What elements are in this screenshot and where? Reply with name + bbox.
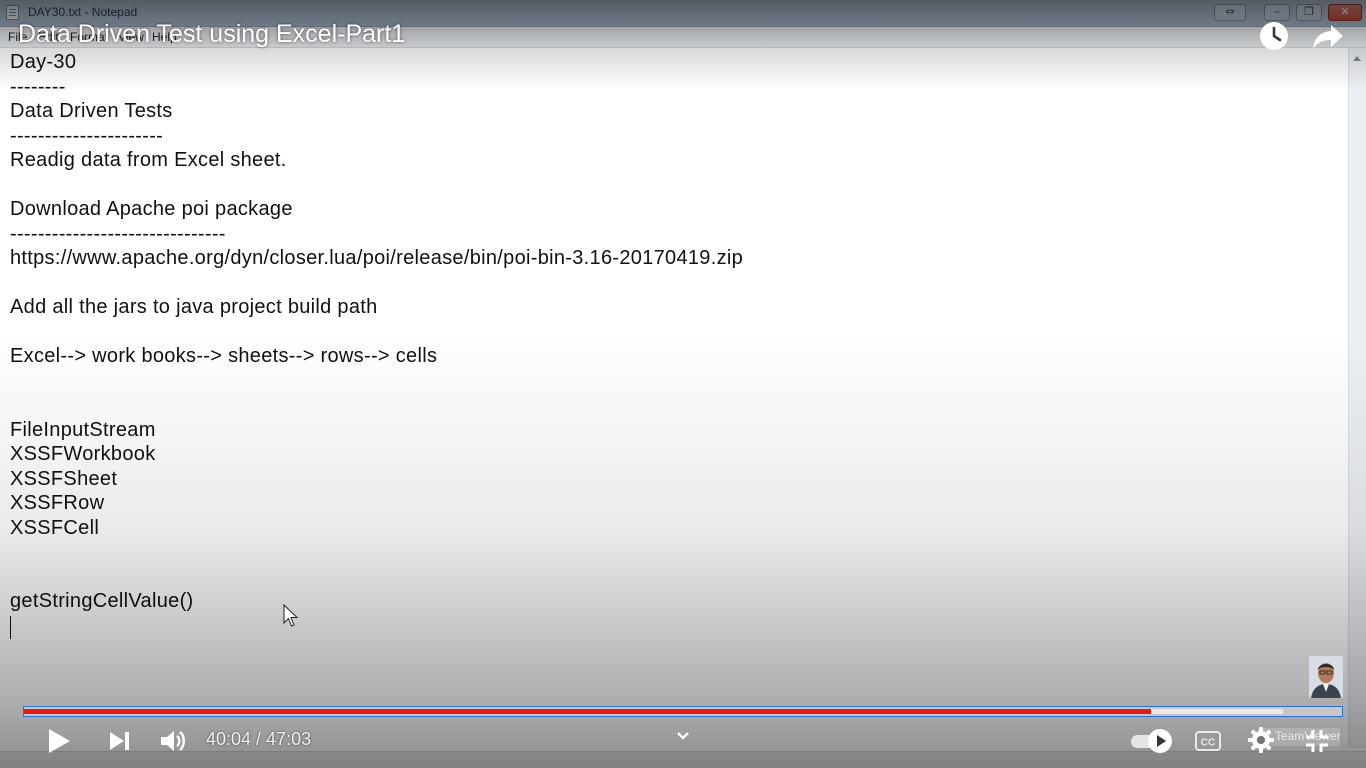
closed-captions-icon: CC <box>1195 731 1221 751</box>
autoplay-toggle-icon <box>1131 729 1172 753</box>
progress-played <box>24 709 1151 714</box>
volume-button[interactable] <box>158 726 188 756</box>
text-line: XSSFRow <box>10 492 105 514</box>
skip-next-icon <box>110 732 129 750</box>
text-line: XSSFSheet <box>10 467 118 490</box>
volume-icon <box>161 731 185 751</box>
next-button[interactable] <box>106 726 134 756</box>
text-line: Add all the jars to java project build p… <box>10 296 378 318</box>
notepad-window-title: DAY30.txt - Notepad <box>28 5 138 19</box>
minimize-icon: – <box>1264 4 1290 21</box>
chevron-down-button[interactable] <box>674 728 692 744</box>
text-line: XSSFCell <box>10 516 100 539</box>
text-line: getStringCellValue() <box>10 590 194 612</box>
clock-icon <box>1260 22 1288 50</box>
play-icon <box>49 729 70 753</box>
avatar-image <box>1309 656 1343 698</box>
text-line: ------------------------------- <box>10 222 226 245</box>
maximize-icon: ❐ <box>1296 4 1322 21</box>
autoplay-toggle[interactable] <box>1130 727 1174 755</box>
svg-text:CC: CC <box>1201 738 1215 749</box>
text-line: XSSFWorkbook <box>10 443 156 465</box>
close-icon: ✕ <box>1328 4 1362 21</box>
notepad-vertical-scrollbar <box>1348 48 1366 748</box>
notepad-app-icon <box>6 5 19 20</box>
play-button[interactable] <box>44 726 74 756</box>
bottom-gradient <box>0 330 1366 768</box>
text-line: Excel--> work books--> sheets--> rows-->… <box>10 345 438 367</box>
progress-bar[interactable] <box>23 706 1343 717</box>
channel-avatar[interactable] <box>1309 656 1343 698</box>
text-line: Data Driven Tests <box>10 100 173 122</box>
video-title[interactable]: Data Driven Test using Excel-Part1 <box>18 20 405 49</box>
text-line: Download Apache poi package <box>10 198 293 220</box>
exit-fullscreen-icon <box>1306 730 1328 752</box>
watch-later-button[interactable] <box>1258 20 1290 52</box>
text-line: -------- <box>10 75 66 98</box>
restore-icon: ⇔ <box>1214 4 1246 21</box>
mouse-cursor-icon <box>283 603 299 628</box>
time-display: 40:04 / 47:03 <box>206 729 312 749</box>
text-line: https://www.apache.org/dyn/closer.lua/po… <box>10 247 744 269</box>
text-line: Readig data from Excel sheet. <box>10 149 287 171</box>
text-line: Day-30 <box>10 51 77 73</box>
closed-captions-button[interactable]: CC <box>1194 729 1222 753</box>
text-line: FileInputStream <box>10 418 156 441</box>
chevron-down-icon <box>677 732 689 740</box>
text-caret <box>10 616 11 639</box>
share-button[interactable] <box>1311 20 1345 52</box>
text-line: ---------------------- <box>10 124 164 147</box>
share-arrow-icon <box>1313 25 1343 49</box>
exit-fullscreen-button[interactable] <box>1302 726 1332 756</box>
scroll-up-icon <box>1353 56 1361 61</box>
